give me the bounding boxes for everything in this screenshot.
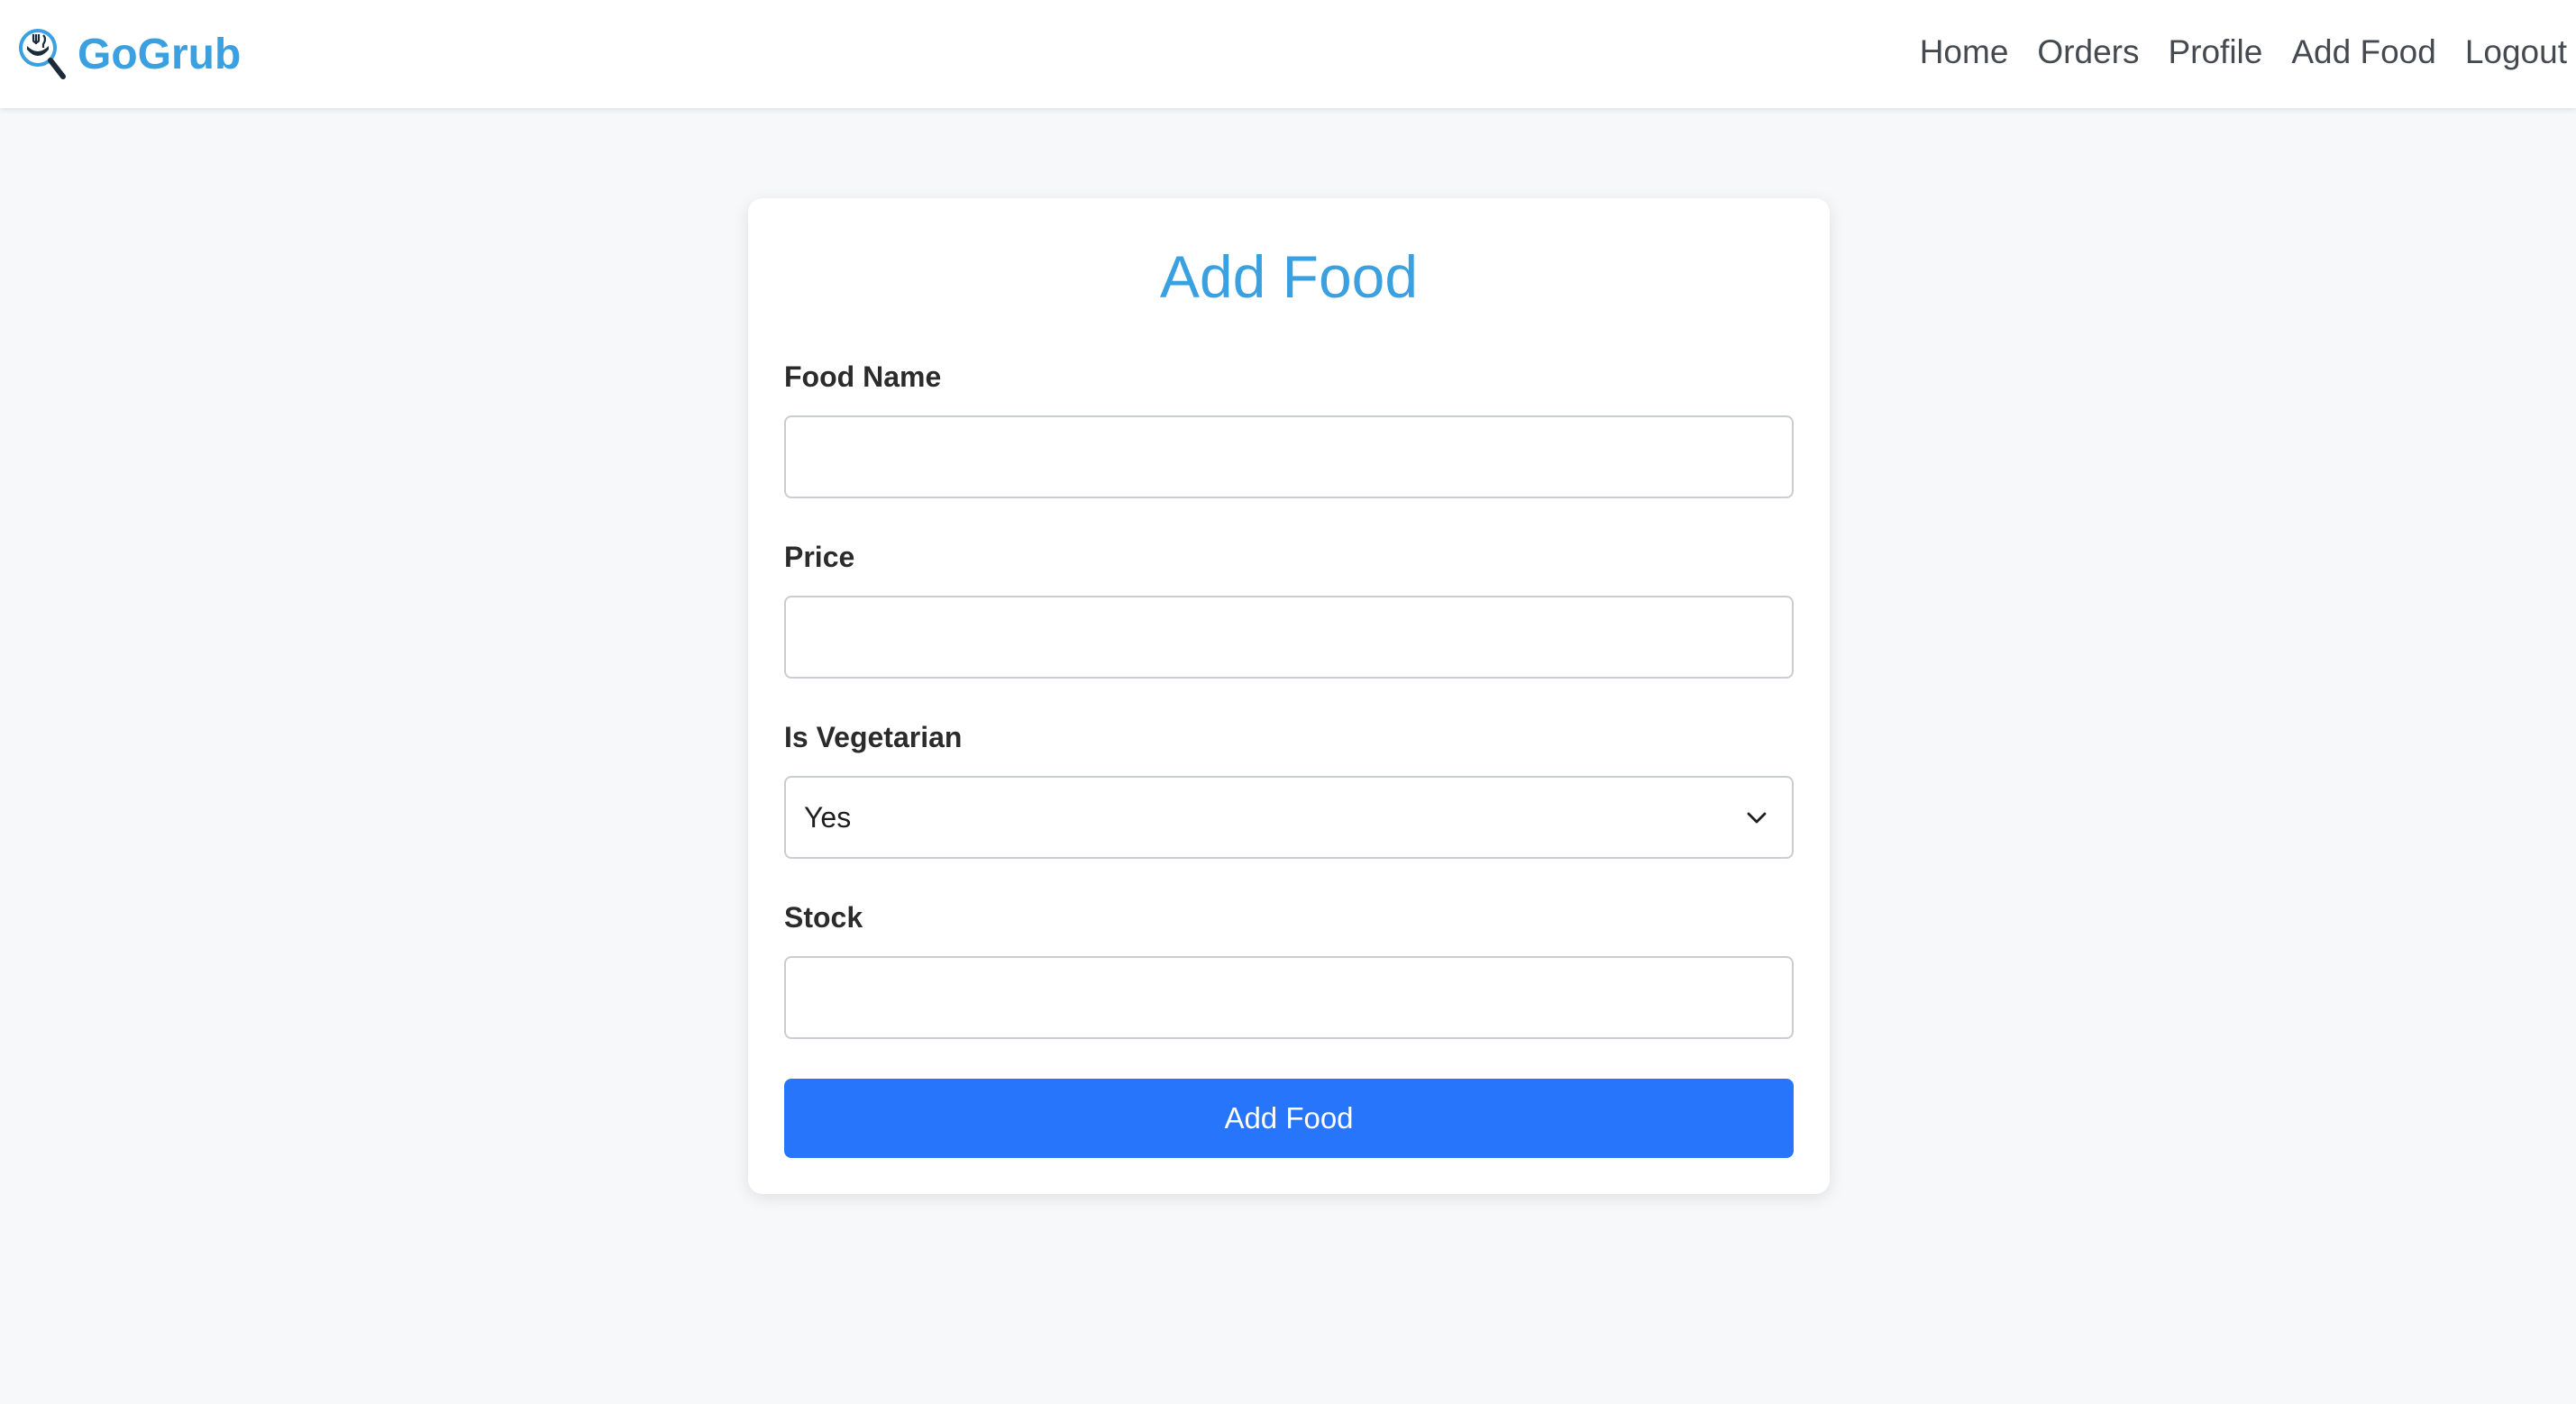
add-food-card: Add Food Food Name Price Is Vegetarian Y… (748, 198, 1830, 1194)
stock-label: Stock (784, 901, 863, 934)
nav-link-profile[interactable]: Profile (2168, 33, 2262, 71)
food-name-label: Food Name (784, 360, 942, 393)
nav-link-orders[interactable]: Orders (2037, 33, 2139, 71)
price-field: Price (784, 541, 1794, 679)
food-search-logo-icon (19, 29, 66, 79)
is-vegetarian-field: Is Vegetarian Yes (784, 721, 1794, 859)
stock-field: Stock (784, 901, 1794, 1039)
chevron-down-icon (1747, 812, 1767, 824)
brand-link[interactable]: GoGrub (16, 18, 241, 90)
is-vegetarian-select[interactable]: Yes (784, 776, 1794, 859)
stock-input[interactable] (784, 956, 1794, 1039)
price-input[interactable] (784, 596, 1794, 679)
nav-link-add-food[interactable]: Add Food (2291, 33, 2435, 71)
is-vegetarian-label: Is Vegetarian (784, 721, 963, 753)
top-navbar: GoGrub Home Orders Profile Add Food Logo… (0, 0, 2576, 108)
nav-link-logout[interactable]: Logout (2465, 33, 2567, 71)
page-title: Add Food (1159, 243, 1419, 310)
nav-links: Home Orders Profile Add Food Logout (1891, 0, 2567, 105)
nav-link-home[interactable]: Home (1920, 33, 2009, 71)
add-food-submit-button[interactable]: Add Food (784, 1079, 1794, 1158)
price-label: Price (784, 541, 855, 573)
food-name-field: Food Name (784, 360, 1794, 498)
food-name-input[interactable] (784, 415, 1794, 498)
is-vegetarian-selected-value: Yes (804, 801, 852, 834)
brand-name: GoGrub (78, 30, 242, 78)
